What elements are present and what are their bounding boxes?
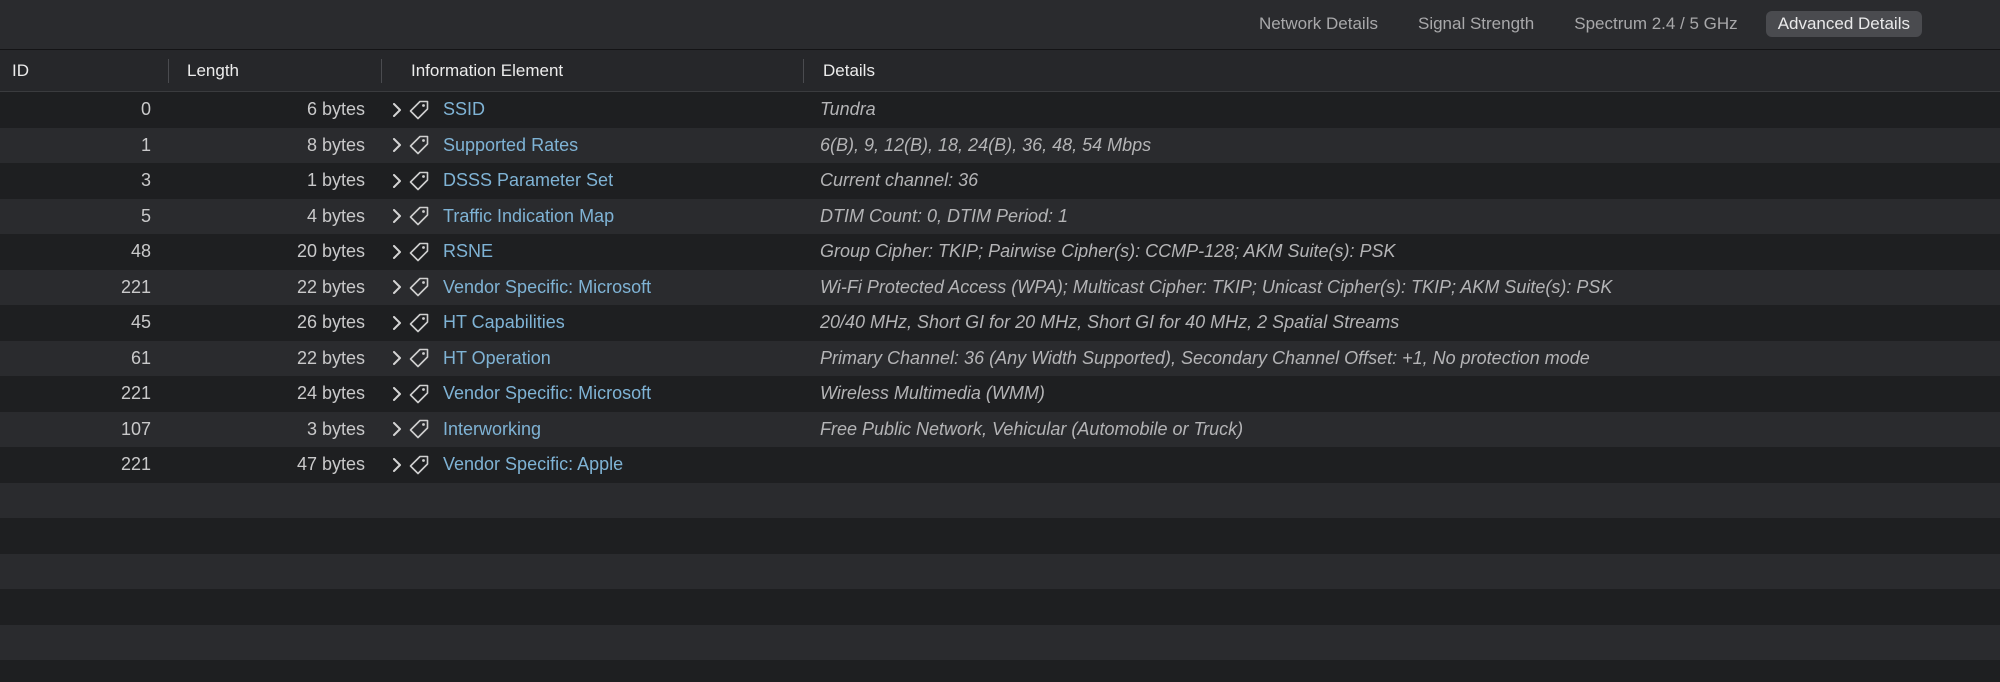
row-length: 22 bytes: [296, 276, 365, 297]
tab-advanced-details[interactable]: Advanced Details: [1765, 11, 1922, 37]
table-row[interactable]: 221 47 bytes Vendor Specific: Apple: [0, 447, 2000, 483]
column-divider[interactable]: [381, 59, 382, 83]
row-id: 221: [120, 383, 151, 403]
table-row[interactable]: 1 8 bytes Supported Rates 6(B), 9, 12(B), 1…: [0, 127, 2000, 164]
tag-icon: [408, 305, 430, 341]
information-element-name[interactable]: HT Operation: [443, 341, 551, 377]
row-id: 3: [140, 170, 151, 190]
chevron-right-icon[interactable]: [389, 234, 405, 270]
tag-icon: [408, 128, 430, 164]
row-id: 107: [120, 418, 151, 439]
row-id: 221: [120, 276, 151, 297]
row-length: 47 bytes: [296, 454, 365, 474]
table-row[interactable]: 107 3 bytes Interworking Free Public Networ…: [0, 411, 2000, 448]
information-element-name[interactable]: DSSS Parameter Set: [443, 163, 613, 199]
tag-icon: [408, 234, 430, 270]
element-details: Wireless Multimedia (WMM): [820, 383, 1045, 403]
table-row: [0, 624, 2000, 660]
column-header-length[interactable]: Length: [187, 50, 239, 91]
table-row: [0, 482, 2000, 518]
column-header-details[interactable]: Details: [823, 50, 875, 91]
table-row: [0, 518, 2000, 554]
row-length: 4 bytes: [306, 205, 365, 226]
row-length: 24 bytes: [296, 383, 365, 403]
element-details: Primary Channel: 36 (Any Width Supported…: [820, 347, 1590, 368]
tag-icon: [408, 199, 430, 235]
table-row[interactable]: 5 4 bytes Traffic Indication Map DTIM Count…: [0, 198, 2000, 235]
table-row[interactable]: 0 6 bytes SSID Tundra: [0, 92, 2000, 128]
column-divider[interactable]: [803, 59, 804, 83]
chevron-right-icon[interactable]: [389, 305, 405, 341]
table-row: [0, 553, 2000, 589]
element-details: Free Public Network, Vehicular (Automobi…: [820, 418, 1244, 439]
column-header-information-element[interactable]: Information Element: [411, 50, 563, 91]
information-element-name[interactable]: Vendor Specific: Microsoft: [443, 376, 651, 412]
information-element-name[interactable]: SSID: [443, 92, 485, 128]
table-row: [0, 660, 2000, 682]
element-details: 20/40 MHz, Short GI for 20 MHz, Short GI…: [820, 312, 1400, 332]
tag-icon: [408, 447, 430, 483]
element-details: DTIM Count: 0, DTIM Period: 1: [820, 205, 1069, 226]
table-row[interactable]: 61 22 bytes HT Operation Primary Channel: 3…: [0, 340, 2000, 377]
chevron-right-icon[interactable]: [389, 128, 405, 164]
information-element-name[interactable]: Supported Rates: [443, 128, 578, 164]
element-details: Group Cipher: TKIP; Pairwise Cipher(s): …: [820, 241, 1396, 261]
table-row[interactable]: 48 20 bytes RSNE Group Cipher: TKIP; Pairwi…: [0, 234, 2000, 270]
row-id: 61: [130, 347, 151, 368]
row-length: 8 bytes: [306, 134, 365, 155]
tab-spectrum[interactable]: Spectrum 2.4 / 5 GHz: [1562, 11, 1749, 37]
chevron-right-icon[interactable]: [389, 341, 405, 377]
information-element-name[interactable]: Interworking: [443, 412, 541, 448]
table-row[interactable]: 45 26 bytes HT Capabilities 20/40 MHz, Shor…: [0, 305, 2000, 341]
toolbar: Network Details Signal Strength Spectrum…: [0, 0, 2000, 50]
chevron-right-icon[interactable]: [389, 270, 405, 306]
element-details: Wi-Fi Protected Access (WPA); Multicast …: [820, 276, 1613, 297]
column-header-id[interactable]: ID: [12, 50, 29, 91]
information-element-name[interactable]: Vendor Specific: Apple: [443, 447, 623, 483]
row-length: 1 bytes: [306, 170, 365, 190]
table-row[interactable]: 3 1 bytes DSSS Parameter Set Current channe…: [0, 163, 2000, 199]
view-tabs: Network Details Signal Strength Spectrum…: [1247, 11, 1922, 37]
row-length: 3 bytes: [306, 418, 365, 439]
row-length: 26 bytes: [296, 312, 365, 332]
element-details: 6(B), 9, 12(B), 18, 24(B), 36, 48, 54 Mb…: [820, 134, 1152, 155]
table-row: [0, 589, 2000, 625]
table-header: ID Length Information Element Details: [0, 50, 2000, 92]
tab-network-details[interactable]: Network Details: [1247, 11, 1390, 37]
row-id: 45: [130, 312, 151, 332]
column-divider[interactable]: [168, 59, 169, 83]
tag-icon: [408, 412, 430, 448]
information-element-name[interactable]: Vendor Specific: Microsoft: [443, 270, 651, 306]
information-elements-table: 0 6 bytes SSID Tundra 1 8 bytes Supported Rate…: [0, 92, 2000, 682]
row-length: 20 bytes: [296, 241, 365, 261]
row-id: 48: [130, 241, 151, 261]
tag-icon: [408, 163, 430, 199]
chevron-right-icon[interactable]: [389, 447, 405, 483]
row-id: 0: [140, 99, 151, 119]
tag-icon: [408, 270, 430, 306]
information-element-name[interactable]: Traffic Indication Map: [443, 199, 614, 235]
row-id: 1: [140, 134, 151, 155]
element-details: Current channel: 36: [820, 170, 979, 190]
tag-icon: [408, 341, 430, 377]
chevron-right-icon[interactable]: [389, 199, 405, 235]
information-element-name[interactable]: RSNE: [443, 234, 493, 270]
table-row[interactable]: 221 22 bytes Vendor Specific: Microsoft Wi-…: [0, 269, 2000, 306]
chevron-right-icon[interactable]: [389, 163, 405, 199]
tag-icon: [408, 92, 430, 128]
row-length: 22 bytes: [296, 347, 365, 368]
row-id: 5: [140, 205, 151, 226]
information-element-name[interactable]: HT Capabilities: [443, 305, 565, 341]
chevron-right-icon[interactable]: [389, 376, 405, 412]
table-row[interactable]: 221 24 bytes Vendor Specific: Microsoft Wir…: [0, 376, 2000, 412]
chevron-right-icon[interactable]: [389, 92, 405, 128]
chevron-right-icon[interactable]: [389, 412, 405, 448]
tag-icon: [408, 376, 430, 412]
tab-signal-strength[interactable]: Signal Strength: [1406, 11, 1546, 37]
element-details: Tundra: [820, 99, 876, 119]
row-length: 6 bytes: [306, 99, 365, 119]
row-id: 221: [120, 454, 151, 474]
advanced-details-window: Network Details Signal Strength Spectrum…: [0, 0, 2000, 682]
